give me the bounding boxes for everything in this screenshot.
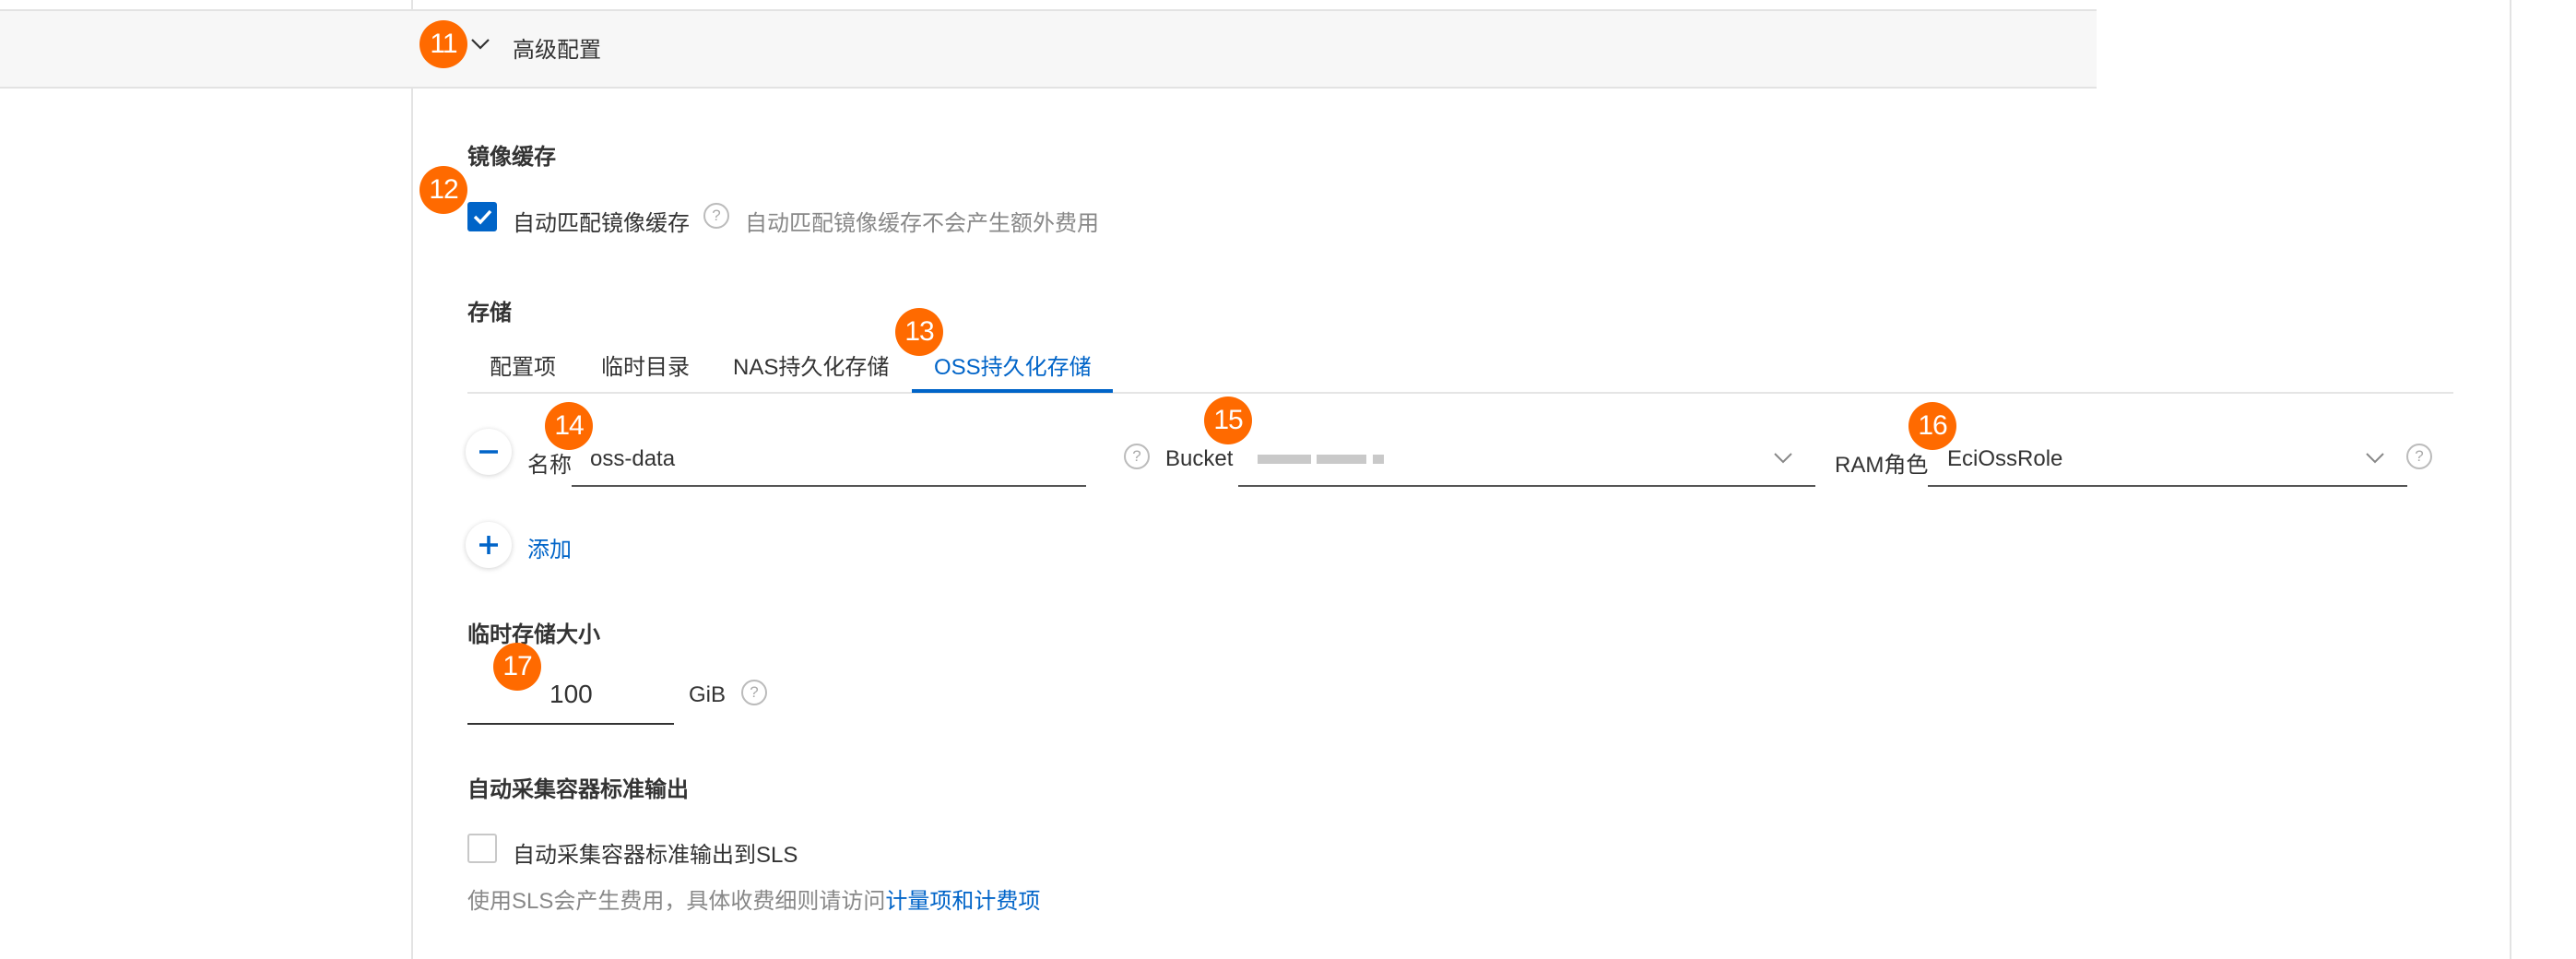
annotation-badge-12: 12 bbox=[419, 166, 467, 214]
redacted-bucket-value bbox=[1373, 455, 1384, 464]
active-tab-indicator bbox=[912, 389, 1113, 393]
advanced-config-title: 高级配置 bbox=[513, 38, 601, 63]
help-icon[interactable]: ? bbox=[1124, 444, 1150, 469]
tab-temp-directory[interactable]: 临时目录 bbox=[601, 349, 690, 381]
image-cache-hint: 自动匹配镜像缓存不会产生额外费用 bbox=[745, 211, 1099, 236]
plus-icon bbox=[479, 536, 498, 554]
redacted-bucket-value bbox=[1258, 455, 1311, 464]
add-link[interactable]: 添加 bbox=[527, 531, 572, 563]
temp-storage-title: 临时存储大小 bbox=[467, 622, 600, 647]
annotation-badge-13: 13 bbox=[895, 308, 943, 356]
auto-match-image-cache-label: 自动匹配镜像缓存 bbox=[513, 211, 690, 236]
help-icon[interactable]: ? bbox=[741, 680, 767, 705]
tab-config-items[interactable]: 配置项 bbox=[490, 349, 556, 381]
chevron-down-icon bbox=[1774, 453, 1792, 464]
tabs-divider bbox=[467, 392, 2453, 394]
tab-nas-storage[interactable]: NAS持久化存储 bbox=[733, 349, 889, 381]
ram-role-value: EciOssRole bbox=[1947, 446, 2063, 471]
redacted-bucket-value bbox=[1317, 455, 1366, 464]
annotation-badge-15: 15 bbox=[1204, 397, 1252, 444]
image-cache-title: 镜像缓存 bbox=[467, 145, 556, 170]
minus-icon bbox=[479, 450, 498, 454]
auto-match-image-cache-checkbox[interactable] bbox=[467, 202, 497, 231]
chevron-down-icon bbox=[2366, 453, 2384, 464]
temp-storage-value: 100 bbox=[549, 680, 593, 708]
ram-role-label: RAM角色 bbox=[1835, 453, 1929, 478]
help-icon[interactable]: ? bbox=[703, 203, 729, 229]
unit-label: GiB bbox=[689, 682, 727, 707]
add-row-button[interactable] bbox=[466, 522, 512, 568]
checkmark-icon bbox=[473, 209, 492, 225]
help-icon[interactable]: ? bbox=[2406, 444, 2432, 469]
stdout-to-sls-label: 自动采集容器标准输出到SLS bbox=[513, 843, 798, 868]
name-label: 名称 bbox=[527, 453, 572, 478]
billing-items-link[interactable]: 计量项和计费项 bbox=[885, 889, 1040, 914]
stdout-to-sls-checkbox[interactable] bbox=[467, 834, 497, 863]
stdout-title: 自动采集容器标准输出 bbox=[467, 777, 689, 802]
sls-fee-note-text: 使用SLS会产生费用，具体收费细则请访问 bbox=[467, 889, 886, 914]
advanced-config-header[interactable] bbox=[0, 9, 2097, 89]
sls-fee-note: 使用SLS会产生费用，具体收费细则请访问计量项和计费项 bbox=[467, 882, 1040, 915]
remove-row-button[interactable] bbox=[466, 429, 512, 475]
name-input-value: oss-data bbox=[590, 446, 676, 471]
storage-title: 存储 bbox=[467, 301, 512, 326]
tab-oss-storage[interactable]: OSS持久化存储 bbox=[934, 349, 1092, 381]
bucket-label: Bucket bbox=[1165, 446, 1234, 471]
chevron-down-icon[interactable] bbox=[470, 37, 490, 52]
annotation-badge-11: 11 bbox=[419, 20, 467, 68]
